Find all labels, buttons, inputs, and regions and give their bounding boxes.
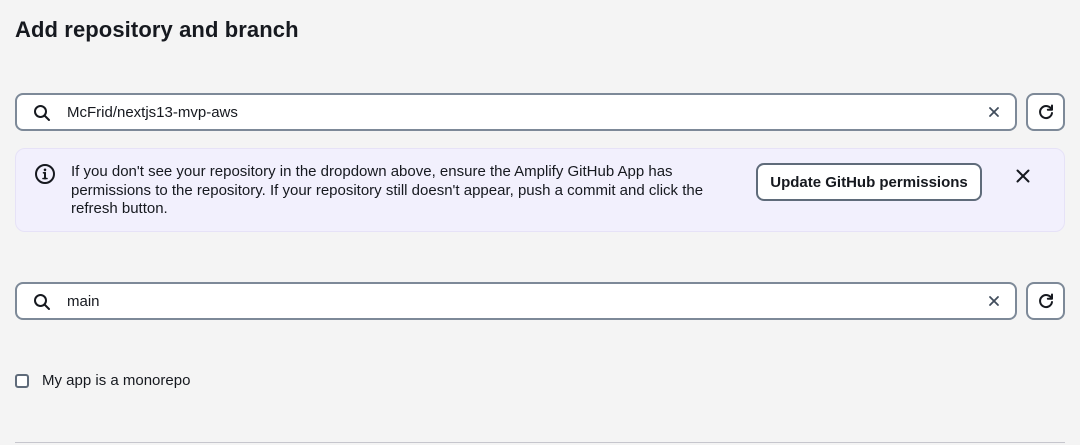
info-message: If you don't see your repository in the … — [71, 163, 704, 217]
monorepo-checkbox[interactable] — [15, 373, 29, 388]
branch-selector: main — [15, 282, 1065, 320]
monorepo-option: My app is a monorepo — [15, 372, 190, 389]
info-banner: If you don't see your repository in the … — [15, 148, 1065, 232]
close-icon[interactable] — [987, 294, 1001, 308]
refresh-icon — [1038, 104, 1053, 120]
update-github-permissions-button[interactable]: Update GitHub permissions — [756, 163, 982, 201]
branch-refresh-button[interactable] — [1026, 282, 1065, 320]
add-repository-page: Add repository and branch McFrid/nextjs1… — [0, 0, 1080, 445]
repository-search-value: McFrid/nextjs13-mvp-aws — [67, 104, 238, 121]
repository-search-input[interactable]: McFrid/nextjs13-mvp-aws — [15, 93, 1017, 131]
monorepo-checkbox-label[interactable]: My app is a monorepo — [42, 372, 190, 389]
page-title: Add repository and branch — [15, 17, 299, 42]
refresh-icon — [1038, 293, 1053, 309]
info-icon — [35, 164, 55, 184]
close-icon[interactable] — [987, 105, 1001, 119]
divider — [15, 442, 1065, 443]
branch-search-value: main — [67, 293, 100, 310]
close-icon[interactable] — [1016, 169, 1030, 183]
search-icon — [34, 294, 50, 310]
repository-refresh-button[interactable] — [1026, 93, 1065, 131]
branch-search-input[interactable]: main — [15, 282, 1017, 320]
search-icon — [34, 105, 50, 121]
repository-selector: McFrid/nextjs13-mvp-aws — [15, 93, 1065, 131]
